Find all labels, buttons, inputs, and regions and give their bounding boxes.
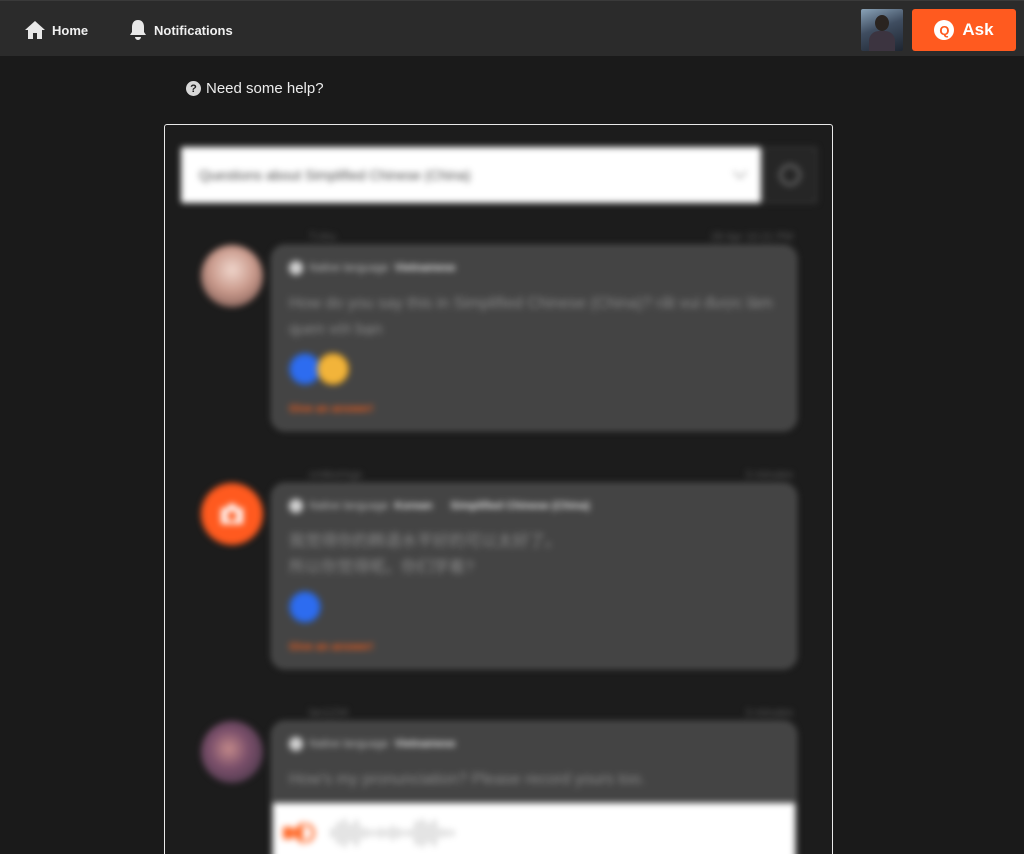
camera-icon — [221, 504, 243, 524]
nav-home-label: Home — [52, 22, 89, 38]
question-author-avatar[interactable] — [201, 721, 263, 783]
avatar-body-shape — [869, 31, 895, 51]
question-time: 28 Apr 10:21 PM — [711, 231, 793, 243]
ask-button[interactable]: Q Ask — [912, 9, 1016, 51]
question-author-avatar[interactable] — [201, 245, 263, 307]
language-flag-icon — [289, 737, 303, 751]
language-flag-icon — [289, 261, 303, 275]
native-language-label: Native language — [309, 738, 389, 750]
question-author-name[interactable]: lan1234 — [309, 707, 348, 719]
nav-notifications-link[interactable]: Notifications — [128, 16, 233, 44]
language-filter-value: Questions about Simplified Chinese (Chin… — [199, 167, 471, 183]
language-filter-select[interactable]: Questions about Simplified Chinese (Chin… — [181, 147, 761, 203]
chevron-down-icon — [733, 165, 747, 179]
question-item: T.nhu 28 Apr 10:21 PM Native language Vi… — [201, 231, 797, 431]
language-level-badges — [289, 591, 321, 623]
filter-row: Questions about Simplified Chinese (Chin… — [181, 147, 817, 203]
question-time: 3 minutes — [745, 469, 793, 481]
native-language-value: Korean — [394, 500, 433, 512]
question-text: 我觉得你的韩语水平好的可以太好了。 所以你觉得呢。你们学着? — [289, 533, 562, 576]
ask-q-icon: Q — [934, 20, 955, 40]
search-button[interactable] — [763, 147, 817, 203]
studying-language-value: Simplified Chinese (China) — [450, 500, 590, 512]
question-card[interactable]: Native language Vietnamese How's my pron… — [271, 721, 797, 854]
question-item: cmtkorings 3 minutes Native language Kor… — [201, 469, 797, 669]
native-language-value: Vietnamese — [394, 738, 456, 750]
give-answer-link[interactable]: Give an answer! — [289, 641, 373, 653]
need-help-label: Need some help? — [206, 80, 324, 97]
native-language-value: Vietnamese — [394, 262, 456, 274]
question-item: lan1234 3 minutes Native language Vietna… — [201, 707, 797, 854]
language-level-badges — [289, 353, 349, 385]
ask-button-label: Ask — [962, 20, 994, 39]
give-answer-link[interactable]: Give an answer! — [289, 403, 373, 415]
level-badge-gold — [317, 353, 349, 385]
question-author-name[interactable]: cmtkorings — [309, 469, 362, 481]
avatar-head-shape — [875, 15, 889, 31]
question-meta: lan1234 3 minutes — [309, 707, 793, 719]
level-badge-blue — [289, 591, 321, 623]
native-language-label: Native language — [309, 500, 389, 512]
question-text: How do you say this in Simplified Chines… — [289, 295, 773, 338]
speaker-icon[interactable] — [283, 819, 317, 847]
language-tags: Native language Korean Simplified Chines… — [289, 499, 590, 513]
audio-waveform — [331, 818, 454, 848]
nav-notifications-label: Notifications — [154, 22, 233, 38]
language-tags: Native language Vietnamese — [289, 261, 455, 275]
top-navigation-bar: Home Notifications Q Ask — [0, 0, 1024, 56]
nav-home-link[interactable]: Home — [24, 16, 88, 44]
question-time: 3 minutes — [745, 707, 793, 719]
native-language-label: Native language — [309, 262, 389, 274]
language-flag-icon — [289, 499, 303, 513]
need-help-link[interactable]: ? Need some help? — [186, 80, 324, 97]
question-card[interactable]: Native language Korean Simplified Chines… — [271, 483, 797, 669]
question-author-avatar[interactable] — [201, 483, 263, 545]
home-icon — [25, 21, 45, 39]
question-card[interactable]: Native language Vietnamese How do you sa… — [271, 245, 797, 431]
bell-icon — [130, 20, 146, 40]
user-avatar[interactable] — [861, 9, 903, 51]
language-tags: Native language Vietnamese — [289, 737, 455, 751]
help-question-icon: ? — [186, 81, 201, 96]
question-author-name[interactable]: T.nhu — [309, 231, 336, 243]
question-text: How's my pronunciation? Please record yo… — [289, 771, 646, 788]
questions-panel: Questions about Simplified Chinese (Chin… — [164, 124, 833, 854]
question-meta: cmtkorings 3 minutes — [309, 469, 793, 481]
audio-player[interactable] — [273, 803, 795, 854]
search-icon — [779, 164, 801, 186]
question-meta: T.nhu 28 Apr 10:21 PM — [309, 231, 793, 243]
